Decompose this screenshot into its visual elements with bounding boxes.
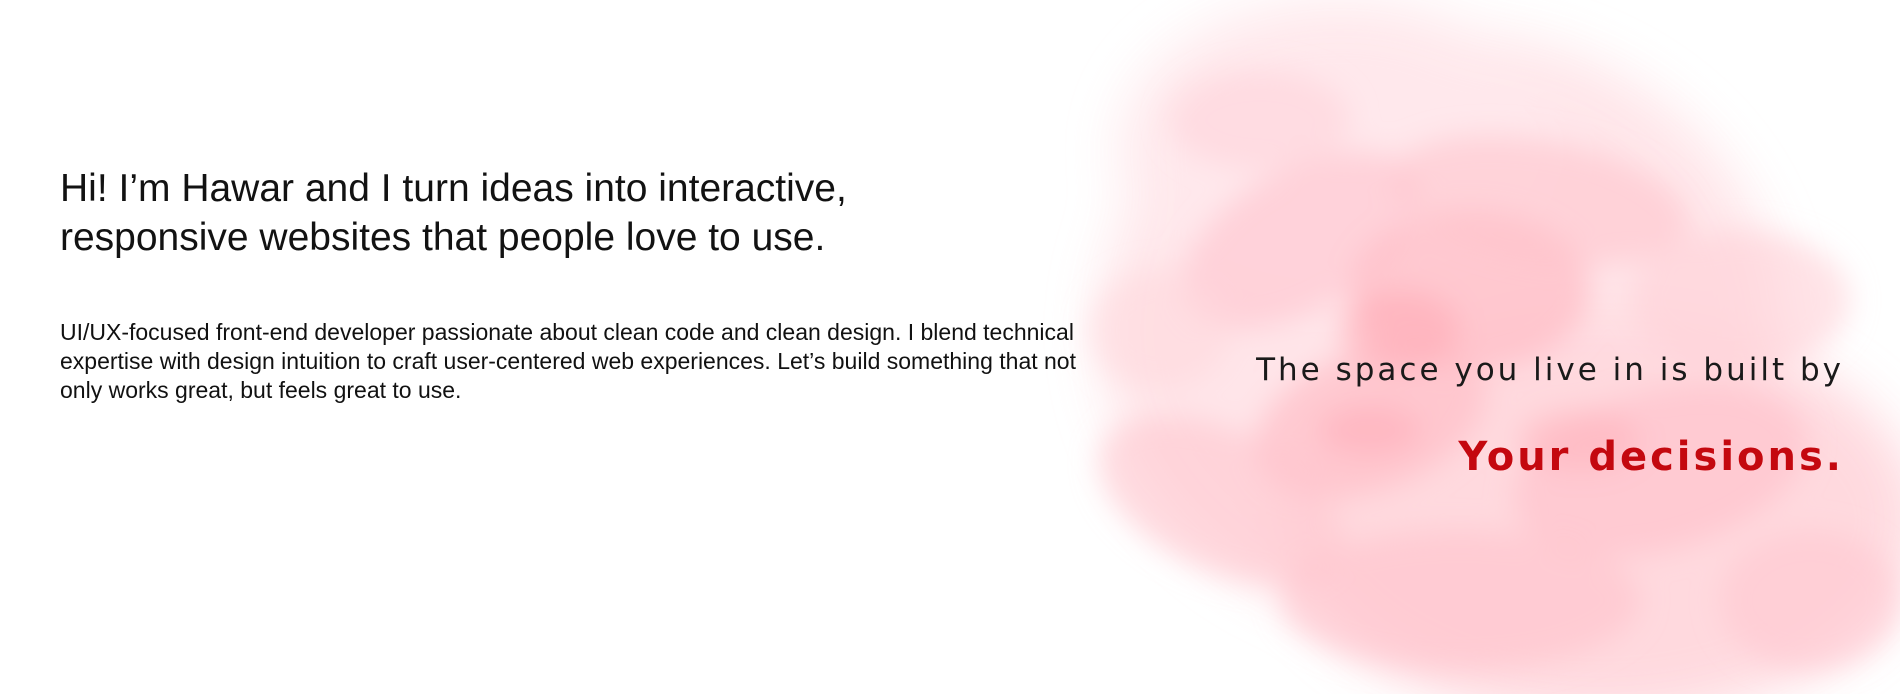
quote-block: The space you live in is built by Your d… <box>1084 350 1844 480</box>
intro-block: Hi! I’m Hawar and I turn ideas into inte… <box>60 164 1120 405</box>
quote-emphasis: Your decisions. <box>1458 434 1844 480</box>
hero-section: Hi! I’m Hawar and I turn ideas into inte… <box>0 0 1900 694</box>
quote-line: The space you live in is built by <box>1256 352 1844 388</box>
watercolor-flower-artwork <box>1090 0 1900 694</box>
hero-headline: Hi! I’m Hawar and I turn ideas into inte… <box>60 167 847 259</box>
hero-description: UI/UX-focused front-end developer passio… <box>60 319 1076 403</box>
